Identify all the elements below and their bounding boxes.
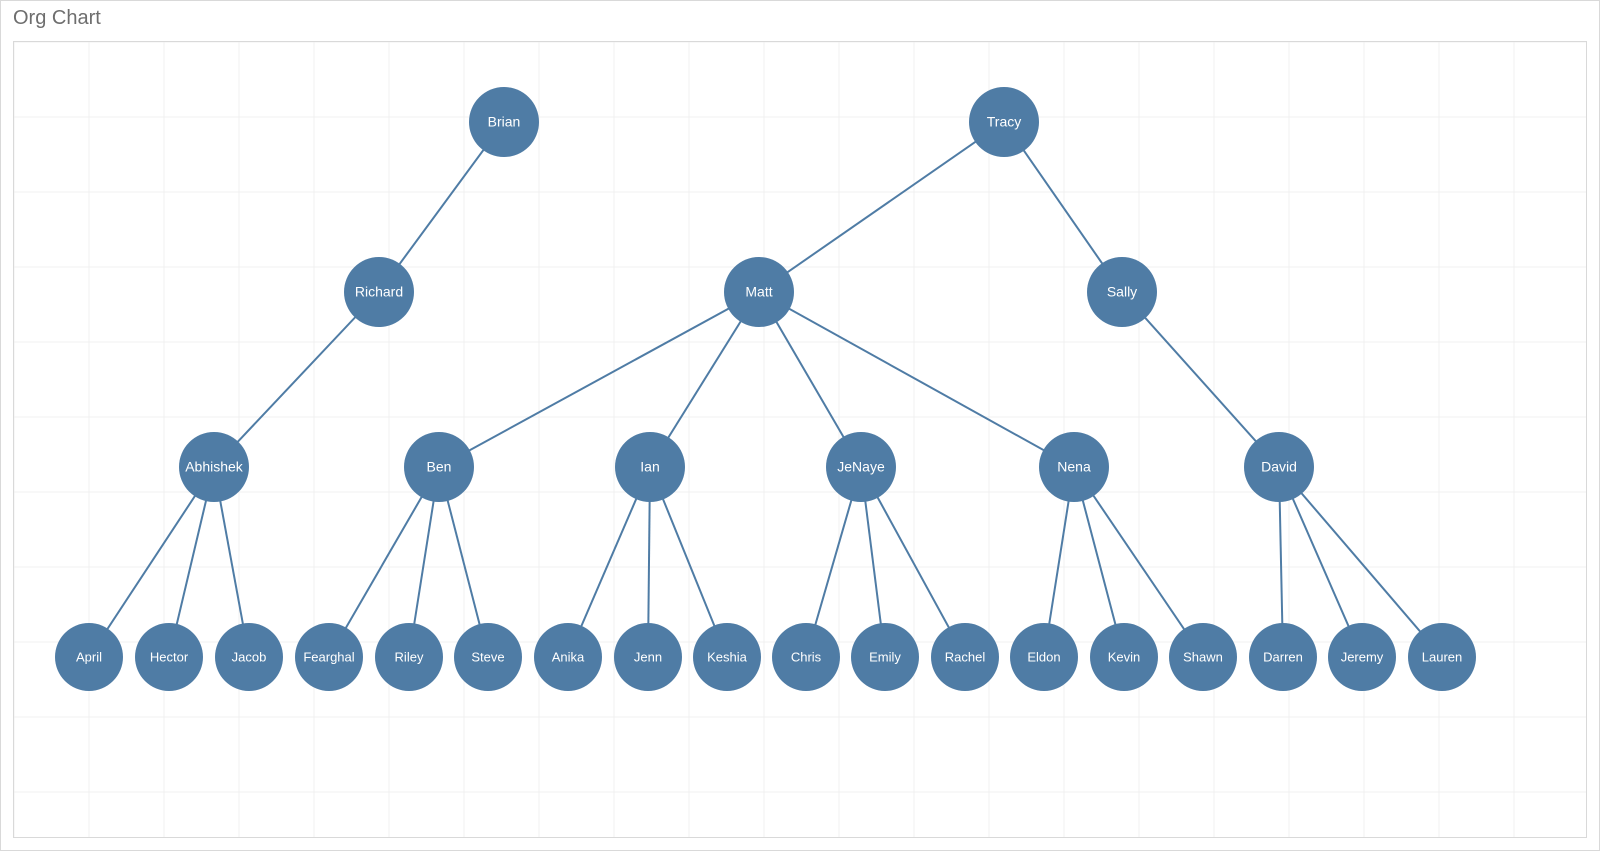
node-lauren[interactable]: Lauren bbox=[1408, 623, 1476, 691]
org-chart-panel: Org Chart Brian Tracy Richard Matt Sally Abhi… bbox=[0, 0, 1600, 851]
node-label: Ben bbox=[427, 459, 452, 475]
node-label: Anika bbox=[552, 649, 585, 664]
node-riley[interactable]: Riley bbox=[375, 623, 443, 691]
node-darren[interactable]: Darren bbox=[1249, 623, 1317, 691]
node-emily[interactable]: Emily bbox=[851, 623, 919, 691]
node-label: Chris bbox=[791, 649, 822, 664]
node-label: Riley bbox=[395, 649, 424, 664]
node-label: Sally bbox=[1107, 284, 1137, 300]
org-chart-svg[interactable]: Brian Tracy Richard Matt Sally Abhishek Ben Ian… bbox=[14, 42, 1586, 837]
node-nena[interactable]: Nena bbox=[1039, 432, 1109, 502]
edge-sally-david bbox=[1122, 292, 1279, 467]
node-label: David bbox=[1261, 459, 1297, 475]
node-label: Lauren bbox=[1422, 649, 1462, 664]
chart-area: Brian Tracy Richard Matt Sally Abhishek Ben Ian… bbox=[13, 41, 1587, 838]
node-label: JeNaye bbox=[837, 459, 885, 475]
node-fearghal[interactable]: Fearghal bbox=[295, 623, 363, 691]
node-label: April bbox=[76, 649, 102, 664]
node-label: Brian bbox=[488, 114, 521, 130]
node-keshia[interactable]: Keshia bbox=[693, 623, 761, 691]
node-ian[interactable]: Ian bbox=[615, 432, 685, 502]
edge-matt-nena bbox=[759, 292, 1074, 467]
node-matt[interactable]: Matt bbox=[724, 257, 794, 327]
node-label: Emily bbox=[869, 649, 901, 664]
node-label: Hector bbox=[150, 649, 189, 664]
node-hector[interactable]: Hector bbox=[135, 623, 203, 691]
node-rachel[interactable]: Rachel bbox=[931, 623, 999, 691]
node-label: Rachel bbox=[945, 649, 986, 664]
node-label: Darren bbox=[1263, 649, 1303, 664]
node-label: Matt bbox=[745, 284, 772, 300]
node-chris[interactable]: Chris bbox=[772, 623, 840, 691]
node-kevin[interactable]: Kevin bbox=[1090, 623, 1158, 691]
nodes: Brian Tracy Richard Matt Sally Abhishek Ben Ian… bbox=[55, 87, 1476, 691]
node-jenn[interactable]: Jenn bbox=[614, 623, 682, 691]
node-label: Kevin bbox=[1108, 649, 1141, 664]
node-april[interactable]: April bbox=[55, 623, 123, 691]
node-label: Fearghal bbox=[303, 649, 354, 664]
node-label: Keshia bbox=[707, 649, 748, 664]
node-label: Jenn bbox=[634, 649, 662, 664]
node-shawn[interactable]: Shawn bbox=[1169, 623, 1237, 691]
node-steve[interactable]: Steve bbox=[454, 623, 522, 691]
node-jeremy[interactable]: Jeremy bbox=[1328, 623, 1396, 691]
node-tracy[interactable]: Tracy bbox=[969, 87, 1039, 157]
node-label: Jacob bbox=[232, 649, 267, 664]
node-label: Eldon bbox=[1027, 649, 1060, 664]
node-brian[interactable]: Brian bbox=[469, 87, 539, 157]
node-richard[interactable]: Richard bbox=[344, 257, 414, 327]
node-ben[interactable]: Ben bbox=[404, 432, 474, 502]
edges bbox=[89, 122, 1442, 657]
grid bbox=[14, 42, 1586, 837]
node-label: Jeremy bbox=[1341, 649, 1384, 664]
node-jenaye[interactable]: JeNaye bbox=[826, 432, 896, 502]
node-abhishek[interactable]: Abhishek bbox=[179, 432, 249, 502]
node-eldon[interactable]: Eldon bbox=[1010, 623, 1078, 691]
node-jacob[interactable]: Jacob bbox=[215, 623, 283, 691]
node-label: Shawn bbox=[1183, 649, 1223, 664]
node-label: Abhishek bbox=[185, 459, 244, 475]
page-title: Org Chart bbox=[13, 7, 101, 30]
node-label: Tracy bbox=[987, 114, 1021, 130]
node-sally[interactable]: Sally bbox=[1087, 257, 1157, 327]
node-label: Steve bbox=[471, 649, 504, 664]
node-label: Ian bbox=[640, 459, 659, 475]
node-label: Nena bbox=[1057, 459, 1091, 475]
node-david[interactable]: David bbox=[1244, 432, 1314, 502]
node-label: Richard bbox=[355, 284, 403, 300]
edge-matt-ben bbox=[439, 292, 759, 467]
node-anika[interactable]: Anika bbox=[534, 623, 602, 691]
